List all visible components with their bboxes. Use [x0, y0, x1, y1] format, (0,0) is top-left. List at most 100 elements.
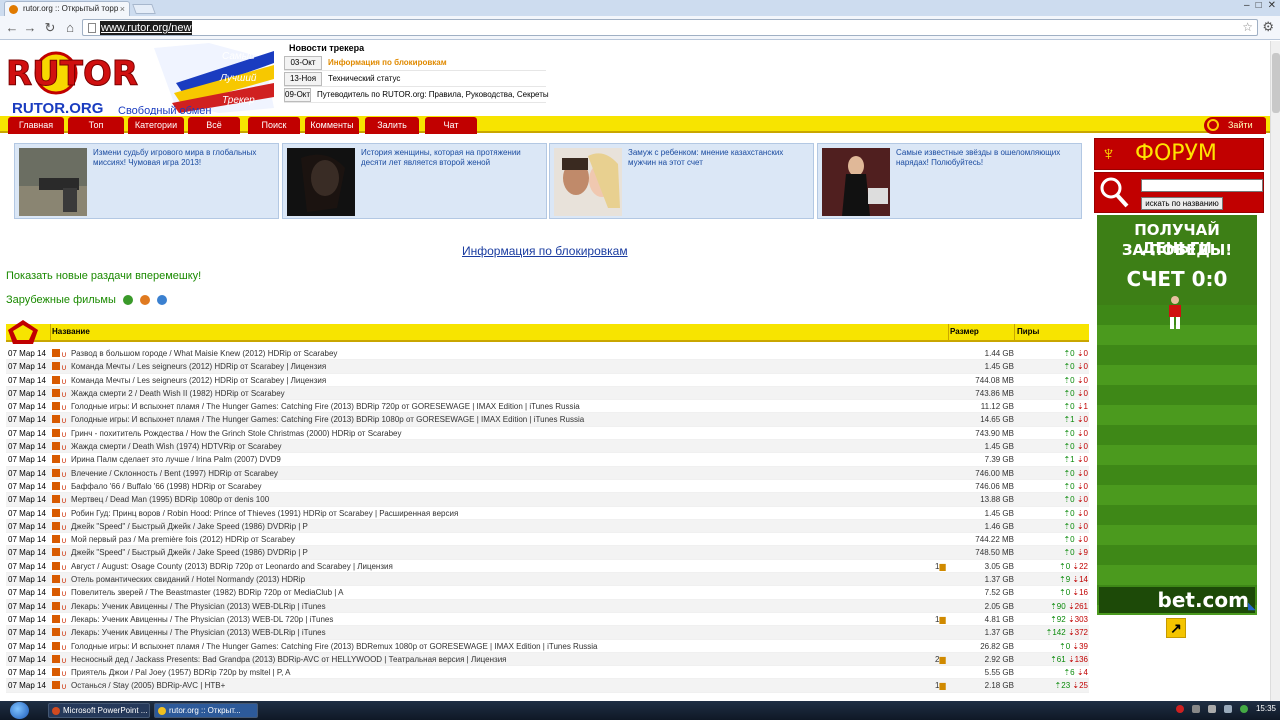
download-icon[interactable]	[52, 495, 60, 504]
torrent-title-link[interactable]: Мой первый раз / Ma première fois (2012)…	[71, 533, 295, 546]
magnet-icon[interactable]: ∪	[61, 574, 67, 587]
header-peers[interactable]: Пиры	[1017, 327, 1039, 336]
torrent-title-link[interactable]: Повелитель зверей / The Beastmaster (198…	[71, 586, 343, 599]
ad-image-woman[interactable]	[287, 148, 355, 216]
menu-top[interactable]: Топ	[68, 117, 124, 134]
ad-text[interactable]: Замуж с ребенком: мнение казахстанских м…	[628, 148, 808, 168]
magnet-icon[interactable]: ∪	[61, 454, 67, 467]
forum-button[interactable]: ♆ ФОРУМ	[1094, 138, 1264, 170]
magnet-icon[interactable]: ∪	[61, 401, 67, 414]
torrent-title-link[interactable]: Отель романтических свиданий / Hotel Nor…	[71, 573, 305, 586]
magnet-icon[interactable]: ∪	[61, 614, 67, 627]
magnet-icon[interactable]: ∪	[61, 361, 67, 374]
torrent-title-link[interactable]: Робин Гуд: Принц воров / Robin Hood: Pri…	[71, 507, 458, 520]
section-title[interactable]: Зарубежные фильмы	[6, 294, 116, 306]
torrent-title-link[interactable]: Гринч - похититель Рождества / How the G…	[71, 427, 401, 440]
tray-icon[interactable]	[1191, 704, 1200, 713]
blocking-info-link[interactable]: Информация по блокировкам	[462, 244, 628, 258]
magnet-icon[interactable]: ∪	[61, 547, 67, 560]
torrent-title-link[interactable]: Команда Мечты / Les seigneurs (2012) HDR…	[71, 374, 326, 387]
comments-count[interactable]: 1▆	[935, 560, 946, 573]
torrent-title-link[interactable]: Голодные игры: И вспыхнет пламя / The Hu…	[71, 640, 598, 653]
download-icon[interactable]	[52, 628, 60, 637]
ad-choices-icon[interactable]: ◣	[1248, 601, 1256, 612]
scrollbar-thumb[interactable]	[1272, 53, 1280, 113]
magnet-icon[interactable]: ∪	[61, 428, 67, 441]
download-icon[interactable]	[52, 668, 60, 677]
torrent-title-link[interactable]: Баффало '66 / Buffalo '66 (1998) HDRip о…	[71, 480, 262, 493]
download-icon[interactable]	[52, 654, 60, 663]
torrent-title-link[interactable]: Голодные игры: И вспыхнет пламя / The Hu…	[71, 413, 584, 426]
start-button[interactable]	[10, 702, 29, 719]
ad-image-star[interactable]	[822, 148, 890, 216]
download-icon[interactable]	[52, 442, 60, 451]
record-icon[interactable]	[1175, 704, 1184, 713]
torrent-title-link[interactable]: Останься / Stay (2005) BDRip-AVC | НТВ+	[71, 679, 225, 692]
download-icon[interactable]	[52, 402, 60, 411]
header-name[interactable]: Название	[52, 327, 90, 336]
menu-chat[interactable]: Чат	[425, 117, 477, 134]
torrent-title-link[interactable]: Несносный дед / Jackass Presents: Bad Gr…	[71, 653, 507, 666]
download-icon[interactable]	[52, 468, 60, 477]
download-icon[interactable]	[52, 641, 60, 650]
download-icon[interactable]	[52, 575, 60, 584]
comments-count[interactable]: 1▆	[935, 613, 946, 626]
magnet-icon[interactable]: ∪	[61, 627, 67, 640]
minimize-icon[interactable]: –	[1244, 0, 1250, 11]
address-bar[interactable]: www.rutor.org/new ☆	[82, 19, 1258, 36]
magnet-icon[interactable]: ∪	[61, 641, 67, 654]
download-icon[interactable]	[52, 428, 60, 437]
magnet-icon[interactable]: ∪	[61, 534, 67, 547]
rutor-logo[interactable]: RUTOR RUTOR.ORG Свободный обмен Самый Лу…	[4, 43, 280, 115]
ad-text[interactable]: Измени судьбу игрового мира в глобальных…	[93, 148, 273, 168]
ad-image-game[interactable]	[19, 148, 87, 216]
download-icon[interactable]	[52, 388, 60, 397]
torrent-title-link[interactable]: Приятель Джои / Pal Joey (1957) BDRip 72…	[71, 666, 291, 679]
download-icon[interactable]	[52, 455, 60, 464]
download-icon[interactable]	[52, 588, 60, 597]
download-icon[interactable]	[52, 349, 60, 357]
browser-tab[interactable]: rutor.org :: Открытый торр ×	[4, 1, 130, 16]
download-icon[interactable]	[52, 535, 60, 544]
show-new-link[interactable]: Показать новые раздачи вперемешку!	[6, 270, 201, 282]
news-link[interactable]: Технический статус	[328, 74, 400, 83]
torrent-title-link[interactable]: Ирина Палм сделает это лучше / Irina Pal…	[71, 453, 281, 466]
reload-icon[interactable]: ↻	[42, 20, 58, 36]
torrent-title-link[interactable]: Лекарь: Ученик Авиценны / The Physician …	[71, 613, 333, 626]
torrent-title-link[interactable]: Жажда смерти / Death Wish (1974) HDTVRip…	[71, 440, 282, 453]
download-icon[interactable]	[52, 508, 60, 517]
task-powerpoint[interactable]: Microsoft PowerPoint ...	[48, 703, 150, 718]
header-size[interactable]: Размер	[950, 327, 979, 336]
torrent-title-link[interactable]: Голодные игры: И вспыхнет пламя / The Hu…	[71, 400, 580, 413]
magnet-icon[interactable]: ∪	[61, 441, 67, 454]
network-icon[interactable]	[1207, 704, 1216, 713]
banner-arrow-icon[interactable]: ↗	[1166, 618, 1186, 638]
torrent-title-link[interactable]: Команда Мечты / Les seigneurs (2012) HDR…	[71, 360, 326, 373]
news-link[interactable]: Путеводитель по RUTOR.org: Правила, Руко…	[317, 90, 549, 99]
download-icon[interactable]	[52, 415, 60, 424]
magnet-icon[interactable]: ∪	[61, 375, 67, 388]
download-icon[interactable]	[52, 521, 60, 530]
ad-block[interactable]: История женщины, которая на протяжении д…	[282, 143, 547, 219]
magnet-icon[interactable]: ∪	[61, 667, 67, 680]
menu-main[interactable]: Главная	[8, 117, 64, 134]
rss-icon[interactable]	[157, 295, 168, 306]
search-input[interactable]	[1141, 179, 1263, 192]
torrent-title-link[interactable]: Влечение / Склонность / Bent (1997) HDRi…	[71, 467, 278, 480]
torrent-title-link[interactable]: Жажда смерти 2 / Death Wish II (1982) HD…	[71, 387, 285, 400]
search-button[interactable]: искать по названию	[1141, 197, 1223, 210]
magnet-icon[interactable]: ∪	[61, 561, 67, 574]
magnet-icon[interactable]: ∪	[61, 508, 67, 521]
status-icon[interactable]	[1239, 704, 1248, 713]
betting-banner[interactable]: ПОЛУЧАЙ ДЕНЬГИ ЗА ПОБЕДЫ! СЧЕТ 0:0 bet.c…	[1097, 215, 1257, 615]
download-icon[interactable]	[52, 681, 60, 690]
magnet-icon[interactable]: ∪	[61, 654, 67, 667]
download-icon[interactable]	[52, 601, 60, 610]
ad-block[interactable]: Самые известные звёзды в ошеломляющих на…	[817, 143, 1082, 219]
task-browser[interactable]: rutor.org :: Открыт...	[154, 703, 258, 718]
wrench-icon[interactable]: ⚙	[1262, 19, 1274, 35]
menu-categories[interactable]: Категории	[128, 117, 184, 134]
magnet-icon[interactable]: ∪	[61, 348, 67, 361]
home-icon[interactable]: ⌂	[62, 20, 78, 35]
bookmark-star-icon[interactable]: ☆	[1242, 20, 1253, 34]
